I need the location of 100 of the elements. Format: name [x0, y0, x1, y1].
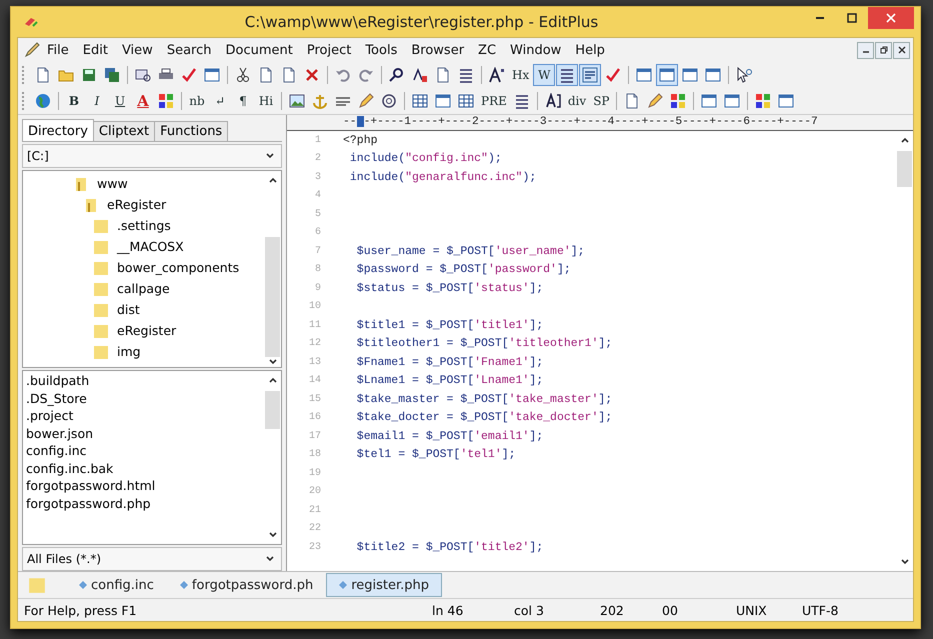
menu-item[interactable]: View: [114, 42, 160, 58]
scroll-up-icon[interactable]: [900, 135, 910, 145]
line-number: 15: [308, 394, 321, 405]
menu-item[interactable]: Search: [160, 42, 218, 58]
close-button[interactable]: [893, 42, 910, 58]
status-text: For Help, press F1: [23, 602, 138, 618]
toolbar-button[interactable]: [556, 64, 578, 86]
document-tab[interactable]: register.php: [326, 573, 442, 597]
panel-tab[interactable]: Functions: [154, 121, 228, 141]
toolbar-button[interactable]: [579, 64, 602, 86]
minimize-button[interactable]: [857, 42, 874, 58]
table-icon: [412, 93, 428, 109]
ruler-marks: -+----1----+----2----+----3----+----4----+----5----+----6----+----7: [364, 116, 818, 128]
menu-item[interactable]: Window: [503, 42, 568, 58]
file-filter-dropdown[interactable]: All Files (*.*): [22, 547, 282, 571]
scroll-up-icon[interactable]: [268, 175, 278, 185]
code-line: $user_name = $_POST['user_name'];: [356, 244, 585, 258]
status-text: col 3: [513, 602, 545, 618]
toolbar-button[interactable]: SP: [590, 90, 612, 112]
file-list-entry[interactable]: .DS_Store: [26, 390, 261, 407]
window-icon: [435, 93, 451, 109]
file-list-entry[interactable]: .buildpath: [26, 372, 261, 390]
line-number: 14: [308, 375, 321, 386]
code-line: $password = $_POST['password'];: [356, 263, 571, 276]
tree-item[interactable]: eRegister: [23, 320, 264, 341]
tree-item[interactable]: __MACOSX: [23, 236, 264, 257]
scroll-thumb[interactable]: [265, 391, 280, 429]
file-list-entry[interactable]: config.inc: [26, 442, 261, 460]
file-list-entry[interactable]: forgotpassword.php: [26, 494, 261, 512]
pencil-icon: [24, 42, 40, 58]
tree-item[interactable]: bower_components: [23, 257, 264, 278]
tree-item[interactable]: www: [23, 173, 264, 194]
file-list-entry[interactable]: .project: [26, 407, 261, 424]
line-number: 18: [308, 449, 321, 460]
line-number: 8: [314, 264, 321, 276]
toolbar-button[interactable]: ¶: [232, 90, 254, 112]
replace-icon: [412, 67, 428, 83]
panel-tab[interactable]: Directory: [22, 119, 94, 141]
menu-item[interactable]: File: [40, 42, 76, 58]
window-icon: [705, 67, 722, 83]
status-text: 00: [661, 602, 679, 618]
close-icon: [898, 46, 906, 54]
diamond-icon: [339, 581, 348, 589]
document-icon: [35, 67, 51, 83]
scroll-down-icon[interactable]: [268, 357, 278, 367]
toolbar-button[interactable]: W: [533, 64, 556, 86]
tree-item[interactable]: .settings: [23, 215, 264, 236]
close-icon: [886, 13, 896, 23]
scroll-thumb[interactable]: [897, 151, 912, 187]
window-icon: [659, 67, 676, 83]
menu-item[interactable]: Project: [300, 42, 358, 58]
tree-item[interactable]: img: [23, 341, 264, 362]
status-text: UTF-8: [801, 602, 840, 618]
file-list-entry[interactable]: forgotpassword.html: [26, 477, 261, 494]
restore-button[interactable]: [875, 42, 892, 58]
scroll-thumb[interactable]: [265, 237, 280, 357]
code-line: $take_docter = $_POST['take_docter'];: [356, 411, 612, 424]
toolbar-button[interactable]: Hi: [255, 90, 277, 112]
menu-item[interactable]: Edit: [76, 42, 115, 58]
pencil-icon: [358, 93, 374, 109]
toolbar-button[interactable]: Hx: [509, 64, 532, 86]
scroll-down-icon[interactable]: [900, 557, 910, 567]
line-number: 2: [314, 153, 321, 164]
line-number: 20: [308, 486, 321, 498]
diamond-icon: [79, 581, 87, 589]
toolbar-button[interactable]: PRE: [478, 90, 510, 112]
tree-item[interactable]: eRegister: [23, 194, 264, 215]
document-tab[interactable]: forgotpassword.ph: [166, 573, 326, 597]
tree-item[interactable]: callpage: [23, 278, 264, 299]
menu-item[interactable]: Help: [568, 42, 612, 58]
code-line: include("genaralfunc.inc");: [348, 170, 536, 184]
line-number: 23: [308, 542, 321, 553]
drive-dropdown[interactable]: [C:]: [22, 144, 282, 168]
file-list-entry[interactable]: bower.json: [26, 424, 261, 442]
window-title: C:\wamp\www\eRegister\register.php - EditPlus: [244, 13, 600, 31]
scroll-down-icon[interactable]: [268, 530, 278, 540]
line-number: 13: [308, 356, 321, 368]
document-icon: [281, 67, 297, 83]
toolbar-button[interactable]: ↵: [209, 90, 231, 112]
bracket-icon: [544, 93, 561, 109]
menu-item[interactable]: Document: [218, 42, 300, 58]
toolbar-button[interactable]: nb: [186, 90, 208, 112]
toolbar-button[interactable]: I: [86, 90, 108, 112]
toolbar-button[interactable]: div: [564, 90, 590, 112]
menu-item[interactable]: Tools: [358, 42, 404, 58]
panel-tab[interactable]: Cliptext: [92, 121, 156, 141]
list-icon: [458, 67, 474, 83]
line-number: 17: [308, 430, 321, 442]
toolbar-button[interactable]: A: [132, 90, 154, 112]
code-line: <?php: [343, 134, 378, 147]
toolbar-button[interactable]: B: [63, 90, 85, 112]
document-tab[interactable]: config.inc: [66, 573, 167, 597]
scissors-icon: [235, 67, 251, 83]
tree-item[interactable]: dist: [23, 299, 264, 320]
file-list-entry[interactable]: config.inc.bak: [26, 460, 261, 477]
scroll-up-icon[interactable]: [268, 375, 278, 385]
toolbar-button[interactable]: U: [109, 90, 131, 112]
menu-item[interactable]: Browser: [404, 42, 472, 58]
menu-item[interactable]: ZC: [471, 42, 504, 58]
window-icon: [724, 93, 740, 109]
